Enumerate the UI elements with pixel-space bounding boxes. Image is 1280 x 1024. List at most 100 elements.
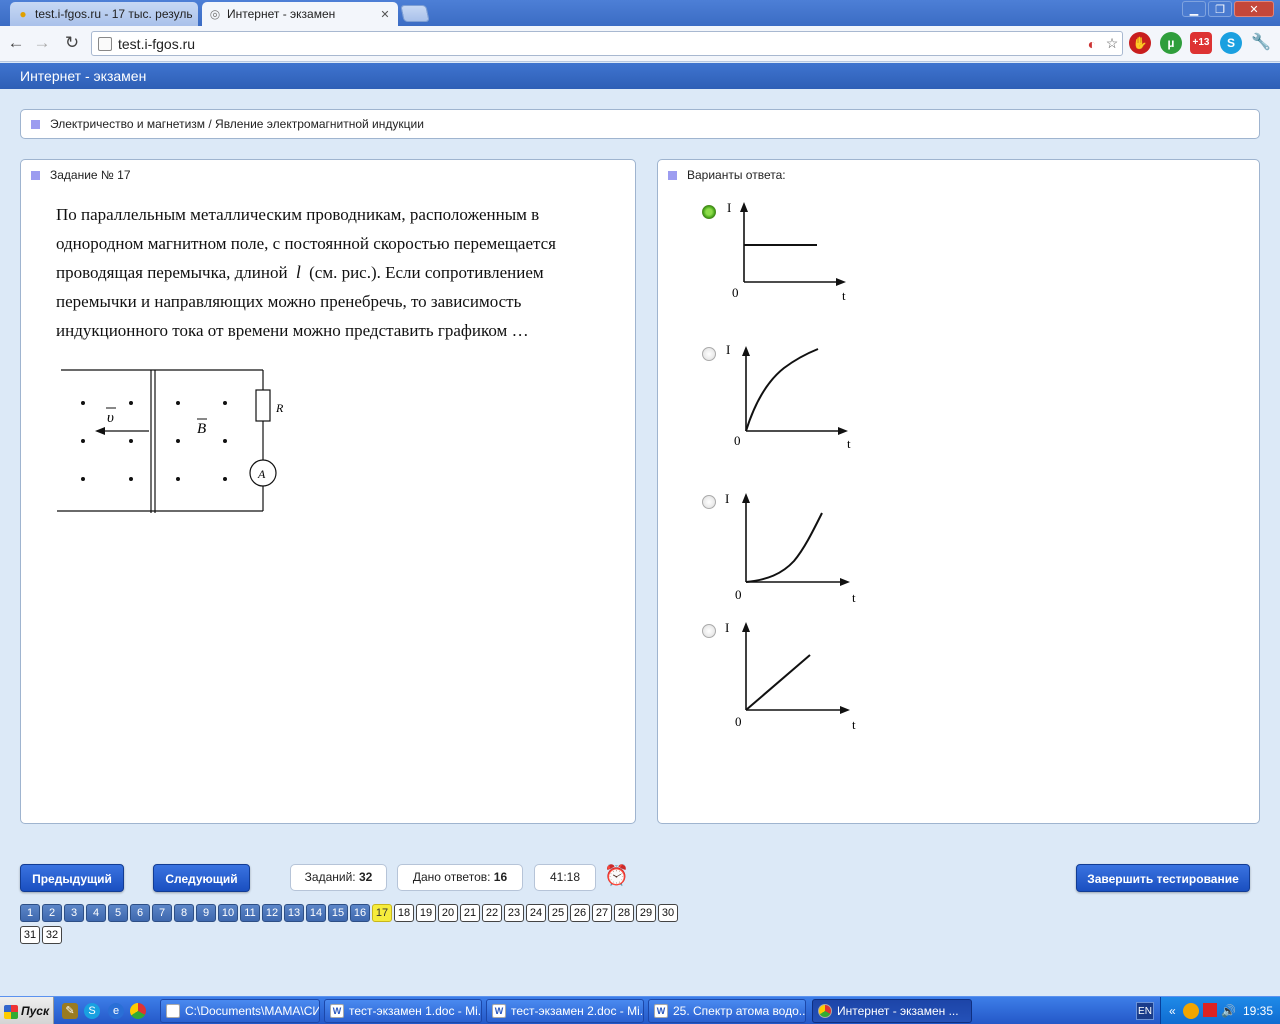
- question-nav-2[interactable]: 2: [42, 904, 62, 922]
- back-arrow-icon[interactable]: ←: [4, 31, 28, 55]
- question-nav-31[interactable]: 31: [20, 926, 40, 944]
- radio-option-2[interactable]: [702, 347, 716, 361]
- question-nav-1[interactable]: 1: [20, 904, 40, 922]
- tray-expand-icon[interactable]: «: [1169, 997, 1176, 1024]
- bullet-square-icon: [31, 171, 40, 181]
- quicklaunch-chrome-icon[interactable]: [130, 1003, 146, 1019]
- question-nav-11[interactable]: 11: [240, 904, 260, 922]
- next-button[interactable]: Следующий: [153, 864, 250, 892]
- question-nav-18[interactable]: 18: [394, 904, 414, 922]
- radio-option-3[interactable]: [702, 495, 716, 509]
- translate-icon[interactable]: ◐: [1082, 36, 1102, 52]
- radio-option-1[interactable]: [702, 205, 716, 219]
- start-button[interactable]: Пуск: [0, 997, 54, 1024]
- windows-logo-icon: [4, 1004, 18, 1019]
- question-nav-23[interactable]: 23: [504, 904, 524, 922]
- url-text: test.i-fgos.ru: [118, 35, 196, 52]
- question-nav-4[interactable]: 4: [86, 904, 106, 922]
- tray-antivirus-icon[interactable]: [1203, 1003, 1217, 1017]
- question-nav-24[interactable]: 24: [526, 904, 546, 922]
- question-nav-14[interactable]: 14: [306, 904, 326, 922]
- svg-text:t: t: [852, 590, 856, 605]
- question-nav-17[interactable]: 17: [372, 904, 392, 922]
- word-icon: W: [654, 1004, 668, 1018]
- question-nav-15[interactable]: 15: [328, 904, 348, 922]
- browser-tab-exam[interactable]: ◎ Интернет - экзамен ✕: [202, 2, 398, 26]
- question-nav-21[interactable]: 21: [460, 904, 480, 922]
- adblock-icon[interactable]: ✋: [1129, 32, 1151, 54]
- question-panel: Задание № 17 По параллельным металлическ…: [20, 159, 636, 824]
- question-nav-13[interactable]: 13: [284, 904, 304, 922]
- torrent-icon[interactable]: µ: [1160, 32, 1182, 54]
- question-nav-12[interactable]: 12: [262, 904, 282, 922]
- bookmark-star-icon[interactable]: ☆: [1102, 35, 1122, 52]
- question-number: Задание № 17: [50, 168, 131, 182]
- taskbar-item-word-1[interactable]: Wтест-экзамен 1.doc - Mi...: [324, 999, 482, 1023]
- question-nav-9[interactable]: 9: [196, 904, 216, 922]
- forward-arrow-icon[interactable]: →: [30, 31, 54, 55]
- question-nav-22[interactable]: 22: [482, 904, 502, 922]
- question-nav-16[interactable]: 16: [350, 904, 370, 922]
- maximize-icon[interactable]: ❐: [1208, 1, 1232, 17]
- browser-tab-bar: ● test.i-fgos.ru - 17 тыс. резуль ◎ Инте…: [0, 0, 1280, 26]
- question-nav-7[interactable]: 7: [152, 904, 172, 922]
- taskbar-item-word-2[interactable]: Wтест-экзамен 2.doc - Mi...: [486, 999, 644, 1023]
- timer: 41:18: [534, 864, 596, 891]
- new-tab-button[interactable]: [400, 5, 430, 22]
- graph-accelerating: I t 0: [725, 491, 856, 605]
- question-nav-25[interactable]: 25: [548, 904, 568, 922]
- close-window-icon[interactable]: ✕: [1234, 1, 1274, 17]
- svg-text:I: I: [725, 491, 729, 506]
- tray-volume-icon[interactable]: 🔊: [1221, 997, 1236, 1024]
- bullet-square-icon: [31, 120, 40, 130]
- language-indicator[interactable]: EN: [1136, 1002, 1154, 1020]
- close-tab-icon[interactable]: ✕: [378, 8, 392, 21]
- clock: 19:35: [1243, 1004, 1274, 1018]
- question-nav-20[interactable]: 20: [438, 904, 458, 922]
- radio-option-4[interactable]: [702, 624, 716, 638]
- svg-text:I: I: [726, 344, 730, 357]
- quicklaunch-tools-icon[interactable]: ✎: [62, 1003, 78, 1019]
- folder-icon: [166, 1004, 180, 1018]
- wrench-menu-icon[interactable]: 🔧: [1250, 32, 1272, 54]
- taskbar-item-explorer[interactable]: C:\Documents\МАМА\СИ...: [160, 999, 320, 1023]
- alarm-clock-icon: ⏰: [604, 865, 629, 887]
- taskbar-item-chrome[interactable]: Интернет - экзамен ...: [812, 999, 972, 1023]
- tray-app-icon[interactable]: [1183, 1003, 1199, 1019]
- velocity-label: υ: [107, 410, 114, 426]
- question-nav-10[interactable]: 10: [218, 904, 238, 922]
- minimize-icon[interactable]: ▁: [1182, 1, 1206, 17]
- question-nav-19[interactable]: 19: [416, 904, 436, 922]
- browser-tab-search[interactable]: ● test.i-fgos.ru - 17 тыс. резуль: [10, 2, 198, 26]
- globe-favicon-icon: ◎: [209, 7, 221, 21]
- reload-icon[interactable]: ↻: [60, 31, 84, 55]
- question-nav-3[interactable]: 3: [64, 904, 84, 922]
- quicklaunch-skype-icon[interactable]: S: [84, 1003, 100, 1019]
- chrome-icon: [818, 1004, 832, 1018]
- address-bar[interactable]: test.i-fgos.ru ◐ ☆: [91, 31, 1123, 56]
- quicklaunch-ie-icon[interactable]: e: [108, 1003, 124, 1019]
- question-text: По параллельным металлическим проводника…: [56, 205, 556, 340]
- question-nav-6[interactable]: 6: [130, 904, 150, 922]
- mail-extension-icon[interactable]: +13: [1190, 32, 1212, 54]
- question-nav-8[interactable]: 8: [174, 904, 194, 922]
- svg-text:t: t: [842, 288, 846, 303]
- word-icon: W: [492, 1004, 506, 1018]
- question-nav-30[interactable]: 30: [658, 904, 678, 922]
- tasks-count: Заданий: 32: [290, 864, 387, 891]
- answers-header: Варианты ответа:: [668, 168, 786, 182]
- question-nav-28[interactable]: 28: [614, 904, 634, 922]
- browser-toolbar: ← → ↻ test.i-fgos.ru ◐ ☆ ✋ µ +13 S 🔧: [0, 26, 1280, 62]
- question-nav-29[interactable]: 29: [636, 904, 656, 922]
- question-nav-26[interactable]: 26: [570, 904, 590, 922]
- finish-test-button[interactable]: Завершить тестирование: [1076, 864, 1250, 892]
- previous-button[interactable]: Предыдущий: [20, 864, 124, 892]
- tab-label: Интернет - экзамен: [227, 7, 336, 21]
- taskbar-item-word-3[interactable]: W 25. Спектр атома водо...: [648, 999, 806, 1023]
- question-nav-27[interactable]: 27: [592, 904, 612, 922]
- skype-icon[interactable]: S: [1220, 32, 1242, 54]
- question-nav-5[interactable]: 5: [108, 904, 128, 922]
- svg-text:t: t: [852, 717, 856, 732]
- svg-text:I: I: [727, 200, 731, 215]
- question-nav-32[interactable]: 32: [42, 926, 62, 944]
